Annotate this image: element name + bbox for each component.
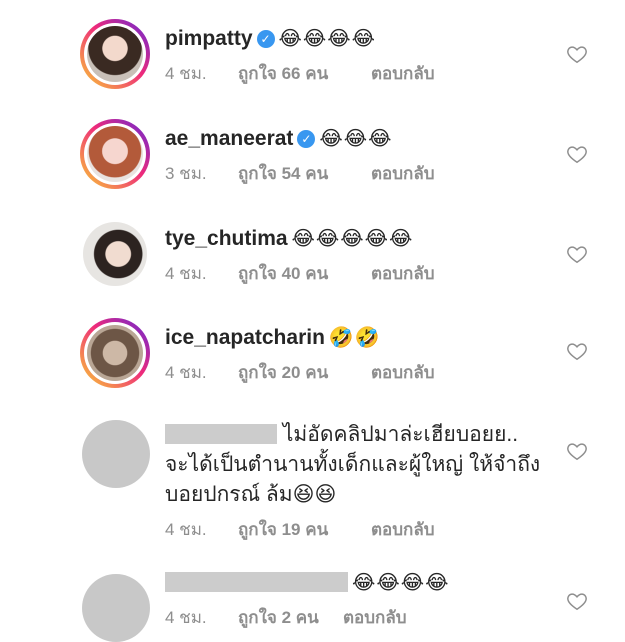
- reply-button[interactable]: ตอบกลับ: [371, 60, 435, 87]
- redacted-username: [165, 424, 277, 444]
- likes-count[interactable]: ถูกใจ 2 คน: [238, 604, 343, 631]
- verified-badge-icon: ✓: [297, 130, 316, 148]
- profile-photo: [87, 26, 143, 82]
- heart-outline-icon[interactable]: [566, 143, 588, 165]
- username[interactable]: tye_chutima: [165, 227, 288, 250]
- comment-body: 😂😂😂😂 4 ชม. ถูกใจ 2 คน ตอบกลับ: [165, 568, 565, 631]
- comment-text: บอยปกรณ์ ล้ม😆😆: [165, 483, 337, 506]
- comment-text: 🤣🤣: [328, 327, 381, 349]
- timestamp: 3 ชม.: [165, 164, 207, 183]
- likes-count[interactable]: ถูกใจ 54 คน: [238, 160, 371, 187]
- comment-text: ไม่อัดคลิปมาล่ะเฮียบอยย..: [282, 423, 519, 446]
- comment-text: 😂😂😂😂: [352, 572, 450, 594]
- reply-button[interactable]: ตอบกลับ: [371, 516, 435, 543]
- likes-count[interactable]: ถูกใจ 20 คน: [238, 359, 371, 386]
- comment-text: จะได้เป็นตำนานทั้งเด็กและผู้ใหญ่ ให้จำถึ…: [165, 453, 541, 476]
- reply-button[interactable]: ตอบกลับ: [343, 604, 407, 631]
- profile-photo: [83, 222, 147, 286]
- reply-button[interactable]: ตอบกลับ: [371, 160, 435, 187]
- heart-outline-icon[interactable]: [566, 440, 588, 462]
- timestamp: 4 ชม.: [165, 64, 207, 83]
- comment-text: 😂😂😂😂: [278, 28, 376, 50]
- comment-text: 😂😂😂😂😂: [291, 228, 414, 250]
- reply-button[interactable]: ตอบกลับ: [371, 260, 435, 287]
- comment-item: pimpatty ✓ 😂😂😂😂 4 ชม. ถูกใจ 66 คน ตอบกลับ: [0, 19, 625, 99]
- redacted-username: [165, 572, 348, 592]
- avatar[interactable]: [82, 420, 150, 488]
- timestamp: 4 ชม.: [165, 608, 207, 627]
- username[interactable]: pimpatty: [165, 27, 253, 50]
- heart-outline-icon[interactable]: [566, 243, 588, 265]
- comment-item: tye_chutima 😂😂😂😂😂 4 ชม. ถูกใจ 40 คน ตอบกลับ: [0, 219, 625, 299]
- heart-outline-icon[interactable]: [566, 590, 588, 612]
- comment-body: ae_maneerat ✓ 😂😂😂 3 ชม. ถูกใจ 54 คน ตอบกลับ: [165, 124, 565, 187]
- heart-outline-icon[interactable]: [566, 340, 588, 362]
- avatar[interactable]: [80, 119, 150, 189]
- avatar[interactable]: [80, 318, 150, 388]
- comment-item: 😂😂😂😂 4 ชม. ถูกใจ 2 คน ตอบกลับ: [0, 568, 625, 642]
- verified-badge-icon: ✓: [256, 30, 275, 48]
- likes-count[interactable]: ถูกใจ 66 คน: [238, 60, 371, 87]
- heart-outline-icon[interactable]: [566, 43, 588, 65]
- username[interactable]: ae_maneerat: [165, 127, 293, 150]
- avatar[interactable]: [82, 574, 150, 642]
- username[interactable]: ice_napatcharin: [165, 326, 325, 349]
- comment-item: ไม่อัดคลิปมาล่ะเฮียบอยย.. จะได้เป็นตำนาน…: [0, 418, 625, 539]
- comment-body: ไม่อัดคลิปมาล่ะเฮียบอยย.. จะได้เป็นตำนาน…: [165, 420, 565, 543]
- likes-count[interactable]: ถูกใจ 19 คน: [238, 516, 371, 543]
- comment-body: pimpatty ✓ 😂😂😂😂 4 ชม. ถูกใจ 66 คน ตอบกลับ: [165, 24, 565, 87]
- comment-item: ice_napatcharin 🤣🤣 4 ชม. ถูกใจ 20 คน ตอบกลั…: [0, 318, 625, 398]
- avatar[interactable]: [80, 219, 150, 289]
- comment-body: tye_chutima 😂😂😂😂😂 4 ชม. ถูกใจ 40 คน ตอบกลับ: [165, 224, 565, 287]
- comment-item: ae_maneerat ✓ 😂😂😂 3 ชม. ถูกใจ 54 คน ตอบกลับ: [0, 119, 625, 199]
- profile-photo: [87, 126, 143, 182]
- timestamp: 4 ชม.: [165, 520, 207, 539]
- profile-photo: [87, 325, 143, 381]
- likes-count[interactable]: ถูกใจ 40 คน: [238, 260, 371, 287]
- reply-button[interactable]: ตอบกลับ: [371, 359, 435, 386]
- comment-body: ice_napatcharin 🤣🤣 4 ชม. ถูกใจ 20 คน ตอบกลั…: [165, 323, 565, 386]
- comment-text: 😂😂😂: [319, 128, 393, 150]
- timestamp: 4 ชม.: [165, 264, 207, 283]
- timestamp: 4 ชม.: [165, 363, 207, 382]
- avatar[interactable]: [80, 19, 150, 89]
